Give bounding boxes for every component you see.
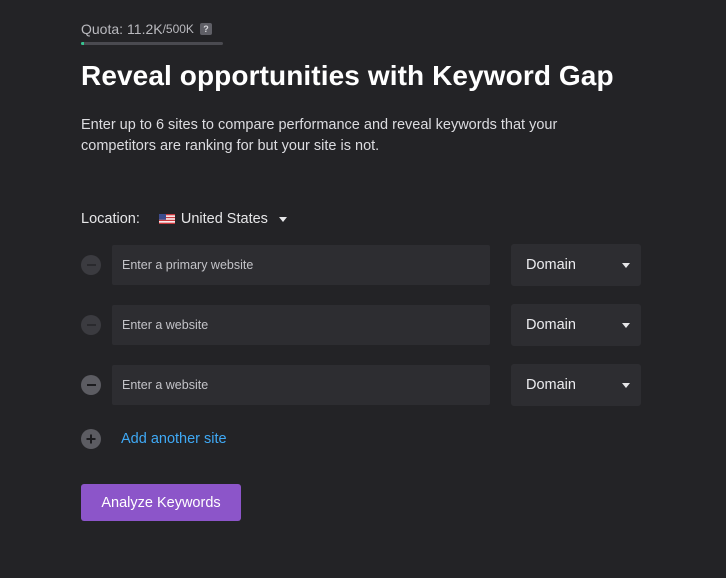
location-value: United States [180,211,268,227]
location-label: Location: [81,211,140,227]
chevron-down-icon [622,262,630,268]
domain-type-value: Domain [526,317,576,333]
us-flag-icon [158,214,175,224]
website-input[interactable] [112,305,490,345]
quota-progress-bar [81,42,223,45]
domain-type-dropdown[interactable]: Domain [511,364,641,406]
chevron-down-icon [622,322,630,328]
domain-type-value: Domain [526,377,576,393]
page-title: Reveal opportunities with Keyword Gap [81,60,614,91]
location-dropdown[interactable]: United States [158,211,287,227]
analyze-keywords-button[interactable]: Analyze Keywords [81,484,241,521]
add-another-site-link[interactable]: Add another site [121,431,227,447]
chevron-down-icon [622,382,630,388]
site-row: Domain [81,304,641,346]
minus-icon [86,324,96,326]
domain-type-value: Domain [526,257,576,273]
help-icon[interactable]: ? [199,23,212,35]
chevron-down-icon [278,216,287,222]
quota-total: /500K [162,22,194,36]
site-row: Domain [81,364,641,406]
page-description: Enter up to 6 sites to compare performan… [81,117,558,154]
minus-icon [86,384,96,386]
website-input[interactable] [112,365,490,405]
primary-website-input[interactable] [112,245,490,285]
location-row: Location: United States [81,209,287,229]
remove-site-button[interactable] [81,375,101,395]
remove-site-button[interactable] [81,255,101,275]
site-row: Domain [81,244,641,286]
minus-icon [86,264,96,266]
plus-icon[interactable] [81,429,101,449]
add-site-row[interactable]: Add another site [81,428,227,450]
quota-indicator: Quota: 11.2K /500K ? [81,19,212,39]
domain-type-dropdown[interactable]: Domain [511,304,641,346]
quota-used: 11.2K [127,21,163,37]
remove-site-button[interactable] [81,315,101,335]
quota-progress-fill [81,42,85,45]
quota-label: Quota: [81,21,124,37]
domain-type-dropdown[interactable]: Domain [511,244,641,286]
